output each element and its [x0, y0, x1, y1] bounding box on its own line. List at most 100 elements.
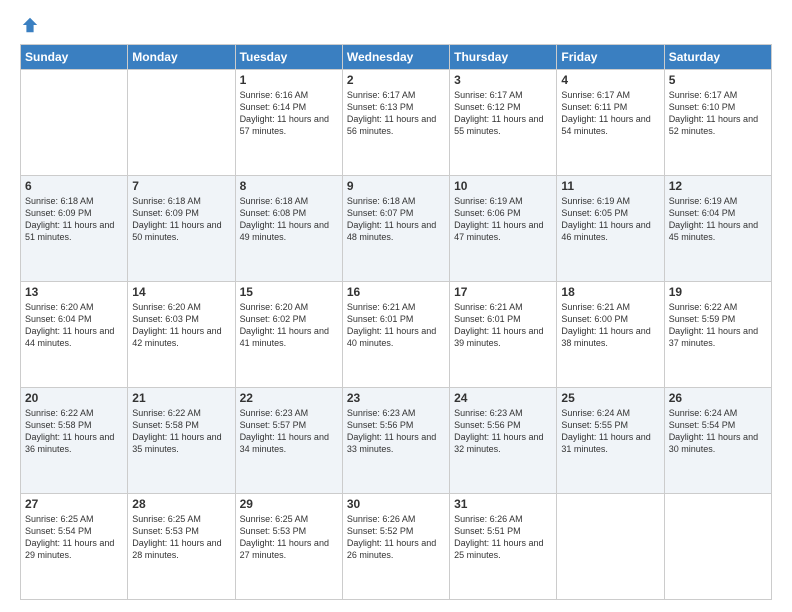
day-number: 23 — [347, 391, 445, 405]
calendar-cell: 26Sunrise: 6:24 AM Sunset: 5:54 PM Dayli… — [664, 388, 771, 494]
day-info: Sunrise: 6:22 AM Sunset: 5:58 PM Dayligh… — [25, 407, 123, 456]
day-number: 4 — [561, 73, 659, 87]
day-info: Sunrise: 6:25 AM Sunset: 5:53 PM Dayligh… — [132, 513, 230, 562]
day-number: 6 — [25, 179, 123, 193]
day-number: 2 — [347, 73, 445, 87]
header — [20, 16, 772, 34]
calendar-cell: 14 Sunrise: 6:20 AM Sunset: 6:03 PM Dayli… — [128, 282, 235, 388]
day-info: Sunrise: 6:17 AM Sunset: 6:12 PM Dayligh… — [454, 89, 552, 138]
day-number: 29 — [240, 497, 338, 511]
day-info: Sunrise: 6:17 AM Sunset: 6:11 PM Dayligh… — [561, 89, 659, 138]
calendar-cell: 16Sunrise: 6:21 AM Sunset: 6:01 PM Dayli… — [342, 282, 449, 388]
calendar-cell: 9Sunrise: 6:18 AM Sunset: 6:07 PM Daylig… — [342, 176, 449, 282]
page: SundayMondayTuesdayWednesdayThursdayFrid… — [0, 0, 792, 612]
day-number: 25 — [561, 391, 659, 405]
calendar-week-1: 6 Sunrise: 6:18 AM Sunset: 6:09 PM Daylig… — [21, 176, 772, 282]
day-info: Sunrise: 6:18 AM Sunset: 6:07 PM Dayligh… — [347, 195, 445, 244]
day-info: Sunrise: 6:20 AM Sunset: 6:02 PM Dayligh… — [240, 301, 338, 350]
day-info: Sunrise: 6:18 AM Sunset: 6:09 PM Dayligh… — [132, 195, 230, 244]
day-info: Sunrise: 6:22 AM Sunset: 5:58 PM Dayligh… — [132, 407, 230, 456]
day-number: 12 — [669, 179, 767, 193]
day-info: Sunrise: 6:20 AM Sunset: 6:03 PM Dayligh… — [132, 301, 230, 350]
day-number: 8 — [240, 179, 338, 193]
calendar-cell: 30 Sunrise: 6:26 AM Sunset: 5:52 PM Dayli… — [342, 494, 449, 600]
calendar-cell: 1 Sunrise: 6:16 AM Sunset: 6:14 PM Daylig… — [235, 70, 342, 176]
calendar-cell: 20Sunrise: 6:22 AM Sunset: 5:58 PM Dayli… — [21, 388, 128, 494]
day-number: 17 — [454, 285, 552, 299]
calendar-cell — [557, 494, 664, 600]
calendar-week-4: 27 Sunrise: 6:25 AM Sunset: 5:54 PM Dayli… — [21, 494, 772, 600]
day-number: 7 — [132, 179, 230, 193]
day-info: Sunrise: 6:23 AM Sunset: 5:56 PM Dayligh… — [347, 407, 445, 456]
calendar-cell: 3 Sunrise: 6:17 AM Sunset: 6:12 PM Daylig… — [450, 70, 557, 176]
day-info: Sunrise: 6:21 AM Sunset: 6:01 PM Dayligh… — [347, 301, 445, 350]
calendar-table: SundayMondayTuesdayWednesdayThursdayFrid… — [20, 44, 772, 600]
calendar-cell: 5Sunrise: 6:17 AM Sunset: 6:10 PM Daylig… — [664, 70, 771, 176]
calendar-cell: 8 Sunrise: 6:18 AM Sunset: 6:08 PM Daylig… — [235, 176, 342, 282]
calendar-cell: 4 Sunrise: 6:17 AM Sunset: 6:11 PM Daylig… — [557, 70, 664, 176]
day-number: 30 — [347, 497, 445, 511]
calendar-cell: 25 Sunrise: 6:24 AM Sunset: 5:55 PM Dayli… — [557, 388, 664, 494]
calendar-header-wednesday: Wednesday — [342, 45, 449, 70]
calendar-week-3: 20Sunrise: 6:22 AM Sunset: 5:58 PM Dayli… — [21, 388, 772, 494]
day-number: 26 — [669, 391, 767, 405]
calendar-cell: 11Sunrise: 6:19 AM Sunset: 6:05 PM Dayli… — [557, 176, 664, 282]
calendar-cell: 28 Sunrise: 6:25 AM Sunset: 5:53 PM Dayli… — [128, 494, 235, 600]
day-number: 1 — [240, 73, 338, 87]
calendar-cell: 29 Sunrise: 6:25 AM Sunset: 5:53 PM Dayli… — [235, 494, 342, 600]
calendar-cell: 12Sunrise: 6:19 AM Sunset: 6:04 PM Dayli… — [664, 176, 771, 282]
calendar-cell: 27 Sunrise: 6:25 AM Sunset: 5:54 PM Dayli… — [21, 494, 128, 600]
day-info: Sunrise: 6:21 AM Sunset: 6:00 PM Dayligh… — [561, 301, 659, 350]
calendar-cell: 19 Sunrise: 6:22 AM Sunset: 5:59 PM Dayli… — [664, 282, 771, 388]
calendar-header-row: SundayMondayTuesdayWednesdayThursdayFrid… — [21, 45, 772, 70]
day-info: Sunrise: 6:22 AM Sunset: 5:59 PM Dayligh… — [669, 301, 767, 350]
day-number: 5 — [669, 73, 767, 87]
day-info: Sunrise: 6:16 AM Sunset: 6:14 PM Dayligh… — [240, 89, 338, 138]
calendar-cell: 15 Sunrise: 6:20 AM Sunset: 6:02 PM Dayli… — [235, 282, 342, 388]
calendar-header-tuesday: Tuesday — [235, 45, 342, 70]
day-number: 28 — [132, 497, 230, 511]
day-number: 22 — [240, 391, 338, 405]
calendar-cell: 13 Sunrise: 6:20 AM Sunset: 6:04 PM Dayli… — [21, 282, 128, 388]
calendar-week-2: 13 Sunrise: 6:20 AM Sunset: 6:04 PM Dayli… — [21, 282, 772, 388]
calendar-cell — [664, 494, 771, 600]
calendar-cell: 7 Sunrise: 6:18 AM Sunset: 6:09 PM Daylig… — [128, 176, 235, 282]
day-number: 24 — [454, 391, 552, 405]
day-number: 14 — [132, 285, 230, 299]
day-info: Sunrise: 6:25 AM Sunset: 5:54 PM Dayligh… — [25, 513, 123, 562]
day-info: Sunrise: 6:20 AM Sunset: 6:04 PM Dayligh… — [25, 301, 123, 350]
calendar-cell: 24 Sunrise: 6:23 AM Sunset: 5:56 PM Dayli… — [450, 388, 557, 494]
day-number: 18 — [561, 285, 659, 299]
calendar-cell — [21, 70, 128, 176]
logo — [20, 16, 39, 34]
day-info: Sunrise: 6:26 AM Sunset: 5:52 PM Dayligh… — [347, 513, 445, 562]
calendar-cell: 2Sunrise: 6:17 AM Sunset: 6:13 PM Daylig… — [342, 70, 449, 176]
calendar-header-saturday: Saturday — [664, 45, 771, 70]
day-info: Sunrise: 6:18 AM Sunset: 6:09 PM Dayligh… — [25, 195, 123, 244]
day-number: 13 — [25, 285, 123, 299]
day-number: 11 — [561, 179, 659, 193]
calendar-week-0: 1 Sunrise: 6:16 AM Sunset: 6:14 PM Daylig… — [21, 70, 772, 176]
calendar-cell: 31Sunrise: 6:26 AM Sunset: 5:51 PM Dayli… — [450, 494, 557, 600]
day-info: Sunrise: 6:25 AM Sunset: 5:53 PM Dayligh… — [240, 513, 338, 562]
calendar-cell: 10Sunrise: 6:19 AM Sunset: 6:06 PM Dayli… — [450, 176, 557, 282]
calendar-cell — [128, 70, 235, 176]
calendar-header-thursday: Thursday — [450, 45, 557, 70]
day-info: Sunrise: 6:24 AM Sunset: 5:55 PM Dayligh… — [561, 407, 659, 456]
day-info: Sunrise: 6:19 AM Sunset: 6:06 PM Dayligh… — [454, 195, 552, 244]
day-info: Sunrise: 6:26 AM Sunset: 5:51 PM Dayligh… — [454, 513, 552, 562]
day-info: Sunrise: 6:23 AM Sunset: 5:57 PM Dayligh… — [240, 407, 338, 456]
calendar-cell: 23 Sunrise: 6:23 AM Sunset: 5:56 PM Dayli… — [342, 388, 449, 494]
day-number: 21 — [132, 391, 230, 405]
day-info: Sunrise: 6:18 AM Sunset: 6:08 PM Dayligh… — [240, 195, 338, 244]
calendar-cell: 21 Sunrise: 6:22 AM Sunset: 5:58 PM Dayli… — [128, 388, 235, 494]
calendar-header-sunday: Sunday — [21, 45, 128, 70]
day-info: Sunrise: 6:23 AM Sunset: 5:56 PM Dayligh… — [454, 407, 552, 456]
calendar-cell: 6 Sunrise: 6:18 AM Sunset: 6:09 PM Daylig… — [21, 176, 128, 282]
day-number: 15 — [240, 285, 338, 299]
day-number: 19 — [669, 285, 767, 299]
day-number: 3 — [454, 73, 552, 87]
calendar-cell: 22 Sunrise: 6:23 AM Sunset: 5:57 PM Dayli… — [235, 388, 342, 494]
day-number: 27 — [25, 497, 123, 511]
day-info: Sunrise: 6:21 AM Sunset: 6:01 PM Dayligh… — [454, 301, 552, 350]
